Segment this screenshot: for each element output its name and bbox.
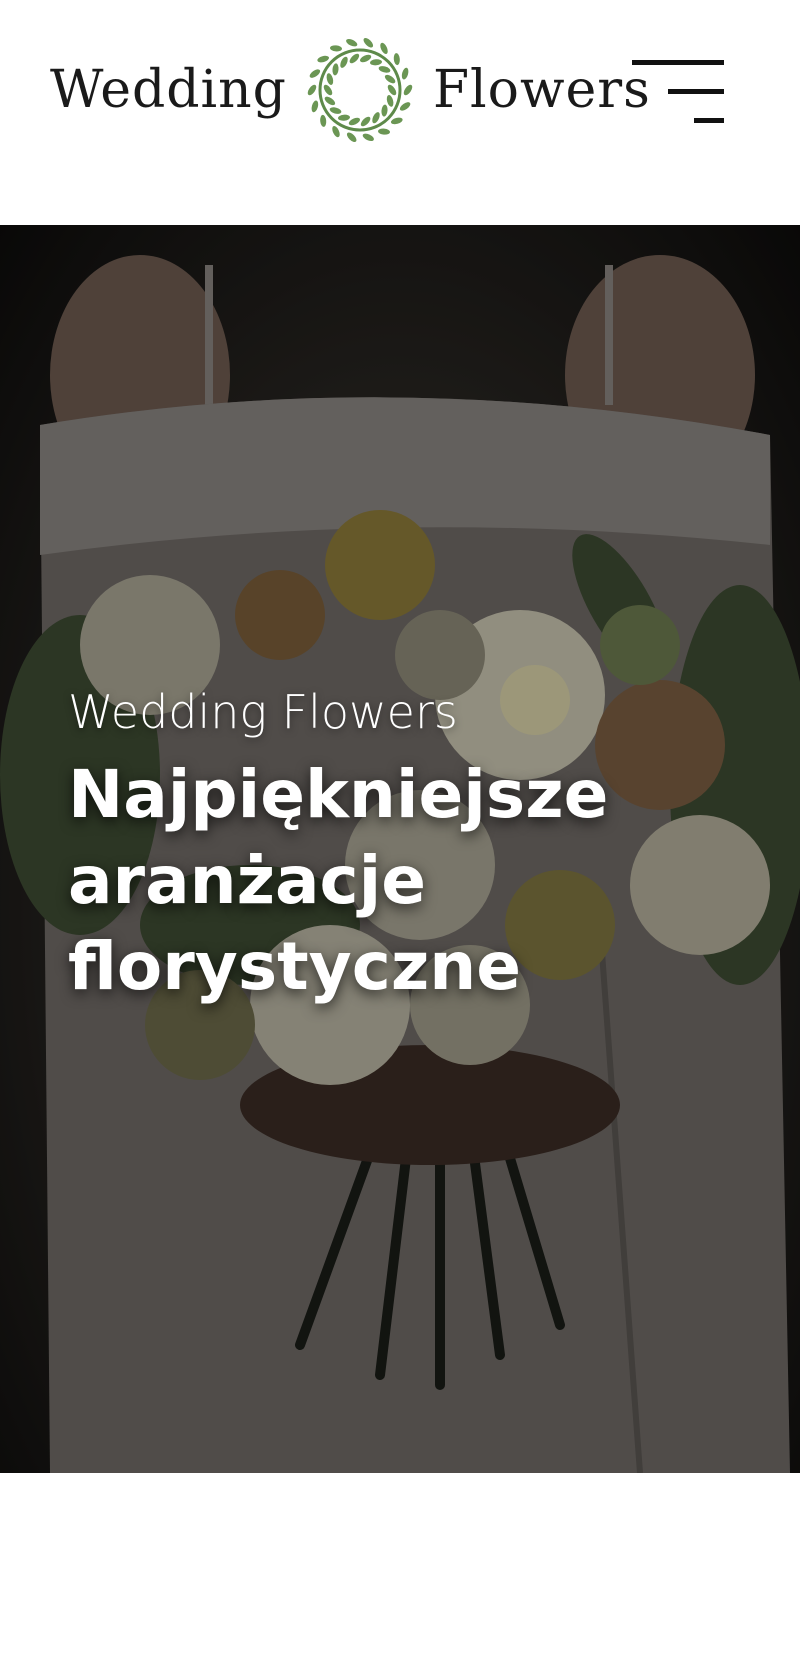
wreath-leaf bbox=[362, 133, 374, 142]
logo-word-flowers: Flowers bbox=[432, 60, 651, 120]
logo-word-wedding: Wedding bbox=[50, 60, 287, 120]
site-header: Wedding Flowers bbox=[0, 0, 800, 225]
hero-eyebrow: Wedding Flowers bbox=[68, 685, 458, 739]
wreath-leaf bbox=[401, 67, 409, 80]
wreath-leaf bbox=[372, 112, 380, 124]
wreath-leaf bbox=[380, 42, 388, 54]
wreath-leaf bbox=[384, 74, 396, 84]
hero-text-block: Wedding Flowers Najpiękniejsze aranżacje… bbox=[68, 685, 748, 1010]
wreath-leaf bbox=[337, 114, 350, 121]
page-content-area bbox=[0, 1473, 800, 1657]
wreath-leaf bbox=[323, 84, 333, 96]
wreath-leaf bbox=[332, 63, 339, 76]
wreath-leaf bbox=[320, 114, 327, 127]
wreath-leaf bbox=[311, 100, 319, 113]
menu-line-top bbox=[632, 60, 724, 65]
menu-line-bottom bbox=[694, 118, 724, 123]
wreath-leaf bbox=[378, 66, 391, 73]
wreath-leaf bbox=[340, 56, 348, 68]
site-logo[interactable]: Wedding Flowers bbox=[50, 30, 650, 150]
hero-banner: Wedding Flowers Najpiękniejsze aranżacje… bbox=[0, 225, 800, 1473]
wreath-leaf bbox=[377, 128, 390, 135]
wreath-leaf bbox=[369, 59, 382, 66]
wreath-leaf bbox=[399, 102, 411, 111]
wreath-leaf bbox=[329, 45, 342, 52]
wreath-leaf bbox=[332, 126, 340, 138]
headline-line-2: aranżacje bbox=[68, 842, 427, 920]
menu-line-middle bbox=[668, 89, 724, 94]
wreath-leaf bbox=[324, 96, 336, 106]
headline-line-1: Najpiękniejsze bbox=[68, 756, 609, 834]
wreath-leaf bbox=[329, 107, 342, 114]
wreath-leaf bbox=[381, 104, 388, 117]
wreath-leaf bbox=[386, 95, 394, 107]
wreath-leaf bbox=[360, 116, 371, 127]
wreath-leaf bbox=[349, 53, 360, 64]
wreath-leaf bbox=[309, 69, 321, 78]
hero-headline: Najpiękniejsze aranżacje florystyczne bbox=[68, 752, 748, 1010]
wreath-leaf bbox=[346, 38, 358, 47]
wreath-leaf bbox=[326, 73, 334, 85]
wreath-leaf bbox=[393, 53, 400, 66]
laurel-wreath-icon bbox=[307, 37, 413, 143]
wreath-leaf bbox=[363, 37, 374, 48]
wreath-leaf bbox=[346, 132, 357, 143]
wreath-leaf bbox=[307, 84, 317, 96]
wreath-leaf bbox=[403, 84, 413, 96]
headline-line-3: florystyczne bbox=[68, 928, 521, 1006]
wreath-leaf bbox=[387, 84, 397, 96]
wreath-leaf bbox=[317, 55, 330, 63]
hamburger-menu-icon[interactable] bbox=[630, 56, 724, 130]
wreath-leaf bbox=[390, 117, 403, 125]
